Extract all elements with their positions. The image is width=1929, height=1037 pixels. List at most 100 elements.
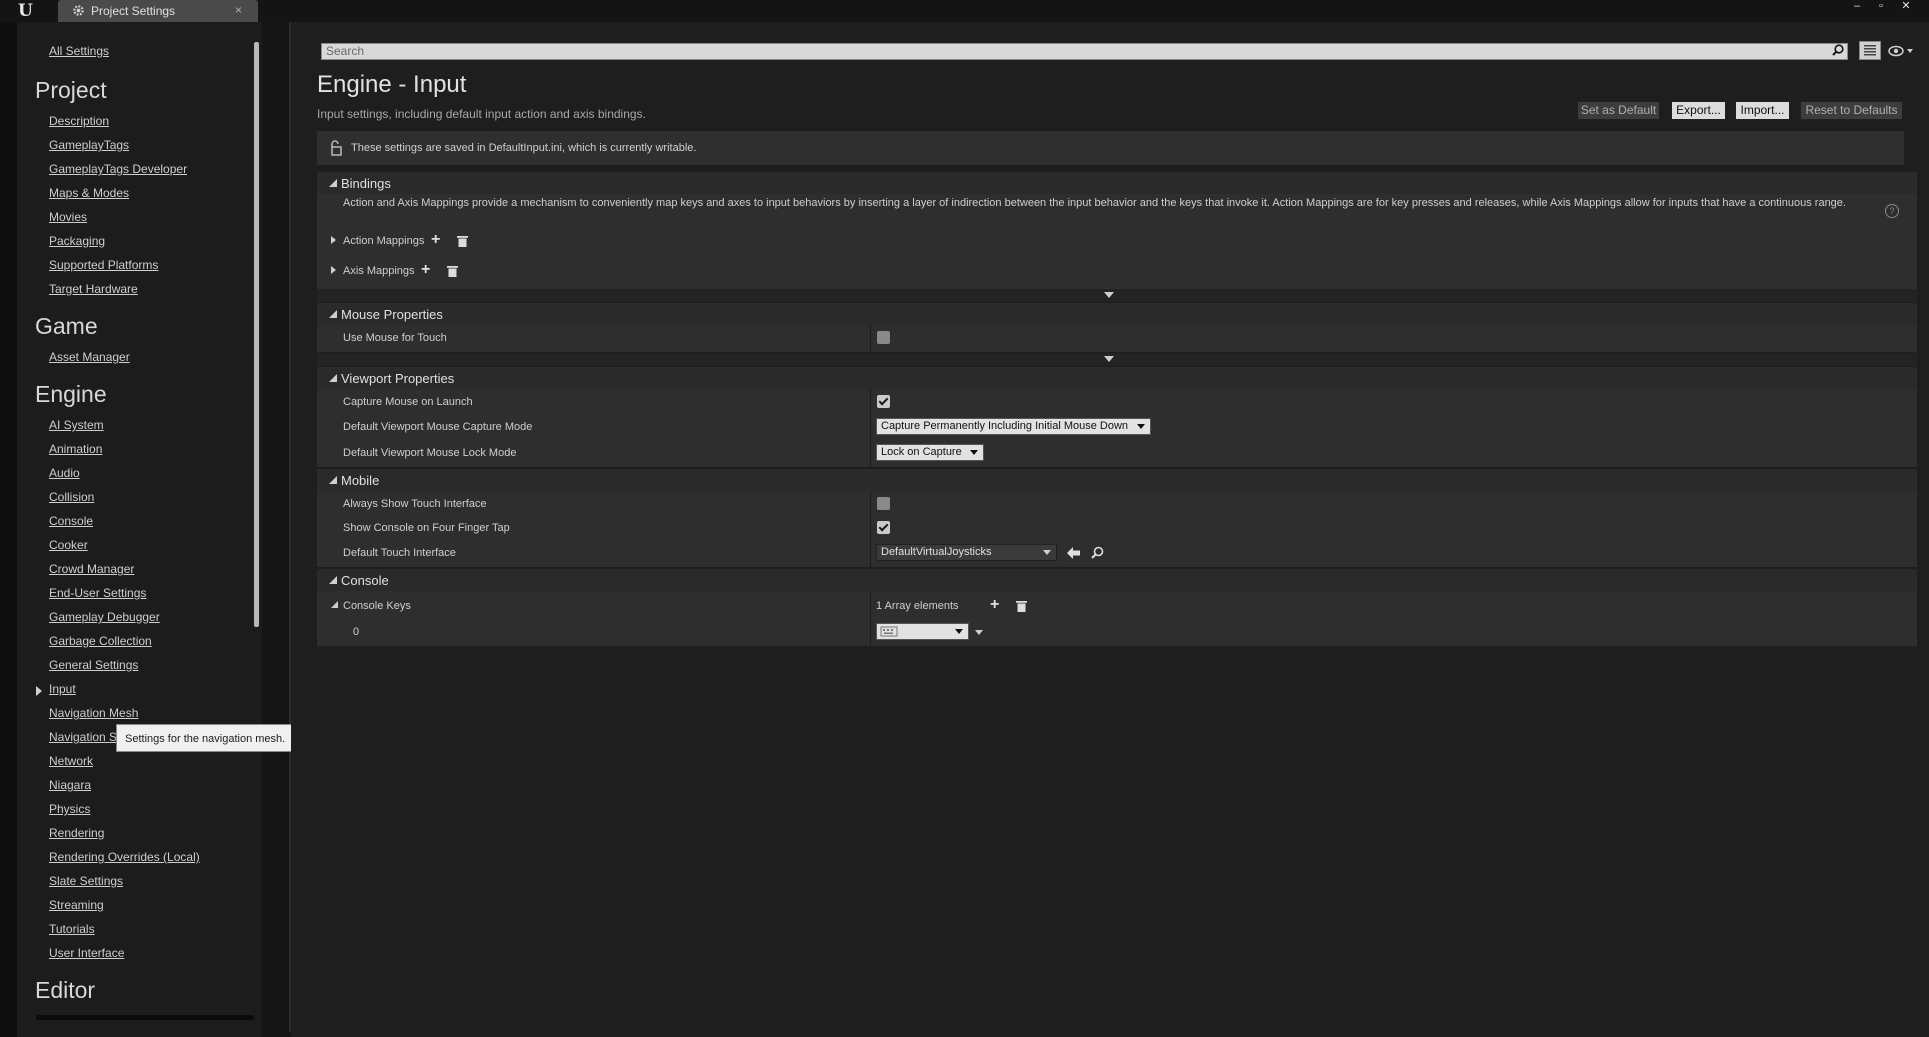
section-console-body — [317, 591, 1917, 646]
collapse-triangle-icon[interactable] — [331, 601, 338, 608]
chevron-down-icon — [970, 450, 978, 455]
list-lines-icon — [1864, 45, 1876, 56]
sidebar-item-network[interactable]: Network — [49, 754, 93, 768]
sidebar-item-animation[interactable]: Animation — [49, 442, 102, 456]
trash-icon[interactable] — [457, 235, 468, 247]
reset-to-defaults-button[interactable]: Reset to Defaults — [1800, 101, 1903, 120]
sidebar-item-console[interactable]: Console — [49, 514, 93, 528]
sidebar-item-user-interface[interactable]: User Interface — [49, 946, 124, 960]
sidebar-item-slate-settings[interactable]: Slate Settings — [49, 874, 123, 888]
default-touch-interface-picker[interactable]: DefaultVirtualJoysticks — [876, 544, 1057, 561]
sidebar-item-crowd-manager[interactable]: Crowd Manager — [49, 562, 134, 576]
sidebar-item-gameplaytags[interactable]: GameplayTags — [49, 138, 129, 152]
section-console-header[interactable]: Console — [317, 569, 1917, 591]
sidebar-item-ai-system[interactable]: AI System — [49, 418, 104, 432]
trash-icon[interactable] — [447, 265, 458, 277]
axis-mappings-label: Axis Mappings — [343, 265, 415, 277]
sidebar-item-end-user-settings[interactable]: End-User Settings — [49, 586, 146, 600]
add-array-element-icon[interactable]: + — [990, 597, 999, 613]
export-button[interactable]: Export... — [1671, 101, 1726, 120]
add-action-mapping-icon[interactable]: + — [431, 232, 440, 248]
list-view-icon[interactable] — [1859, 41, 1881, 60]
capture-mode-dropdown[interactable]: Capture Permanently Including Initial Mo… — [876, 418, 1151, 435]
sidebar-item-navigation-mesh[interactable]: Navigation Mesh — [49, 706, 138, 720]
notice-text: These settings are saved in DefaultInput… — [351, 142, 697, 154]
lock-mode-dropdown[interactable]: Lock on Capture — [876, 444, 984, 461]
section-mouse-body — [317, 325, 1917, 352]
add-axis-mapping-icon[interactable]: + — [421, 262, 430, 278]
sidebar-item-supported-platforms[interactable]: Supported Platforms — [49, 258, 158, 272]
chevron-down-icon[interactable] — [975, 630, 983, 635]
section-mouse-header[interactable]: Mouse Properties — [317, 303, 1917, 325]
capture-mouse-on-launch-checkbox[interactable] — [877, 395, 890, 408]
config-notice-bar: These settings are saved in DefaultInput… — [317, 131, 1904, 165]
sidebar-item-physics[interactable]: Physics — [49, 802, 90, 816]
left-edge-strip — [0, 22, 17, 1037]
dropdown-value: Capture Permanently Including Initial Mo… — [881, 420, 1129, 432]
sidebar-item-input[interactable]: Input — [49, 682, 76, 696]
maximize-button[interactable]: ▫ — [1870, 0, 1892, 12]
section-viewport-header[interactable]: Viewport Properties — [317, 367, 1917, 389]
sidebar-item-rendering-overrides[interactable]: Rendering Overrides (Local) — [49, 850, 200, 864]
sidebar-item-streaming[interactable]: Streaming — [49, 898, 104, 912]
sidebar-item-general-settings[interactable]: General Settings — [49, 658, 138, 672]
sidebar-item-packaging[interactable]: Packaging — [49, 234, 105, 248]
sidebar-item-movies[interactable]: Movies — [49, 210, 87, 224]
sidebar-item-target-hardware[interactable]: Target Hardware — [49, 282, 138, 296]
trash-icon[interactable] — [1016, 600, 1027, 612]
chevron-down-icon — [1137, 424, 1145, 429]
use-selected-arrow-icon[interactable] — [1067, 547, 1080, 559]
section-mobile-header[interactable]: Mobile — [317, 469, 1917, 491]
help-icon[interactable]: ? — [1885, 204, 1899, 218]
sidebar-horizontal-scrollbar[interactable] — [36, 1015, 254, 1020]
sidebar-item-rendering[interactable]: Rendering — [49, 826, 104, 840]
unlocked-icon — [331, 140, 342, 156]
use-mouse-for-touch-checkbox[interactable] — [877, 331, 890, 344]
dropdown-value: Lock on Capture — [881, 446, 962, 458]
section-bindings-header[interactable]: Bindings — [317, 172, 1917, 194]
show-console-four-finger-checkbox[interactable] — [877, 521, 890, 534]
sidebar-item-maps-modes[interactable]: Maps & Modes — [49, 186, 129, 200]
array-elements-count: 1 Array elements — [876, 600, 959, 612]
sidebar-item-garbage-collection[interactable]: Garbage Collection — [49, 634, 152, 648]
column-divider — [870, 591, 871, 646]
default-touch-interface-label: Default Touch Interface — [343, 547, 456, 559]
sidebar-item-gameplay-debugger[interactable]: Gameplay Debugger — [49, 610, 160, 624]
tab-label: Project Settings — [91, 4, 176, 18]
always-show-touch-checkbox[interactable] — [877, 497, 890, 510]
browse-search-icon[interactable] — [1091, 546, 1104, 559]
sidebar-scrollbar[interactable] — [254, 42, 259, 627]
sidebar-item-gameplaytags-developer[interactable]: GameplayTags Developer — [49, 162, 187, 176]
advanced-expander[interactable] — [317, 353, 1917, 366]
sidebar-item-description[interactable]: Description — [49, 114, 109, 128]
collapse-triangle-icon — [329, 179, 337, 187]
capture-mode-label: Default Viewport Mouse Capture Mode — [343, 421, 533, 433]
advanced-expander[interactable] — [317, 289, 1917, 302]
sidebar-item-collision[interactable]: Collision — [49, 490, 94, 504]
chevron-down-icon — [1104, 292, 1114, 298]
action-mappings-label: Action Mappings — [343, 235, 425, 247]
tab-project-settings[interactable]: Project Settings × — [58, 0, 258, 22]
console-key-selector[interactable] — [876, 623, 969, 640]
import-button[interactable]: Import... — [1735, 101, 1790, 120]
sidebar-item-tutorials[interactable]: Tutorials — [49, 922, 95, 936]
sidebar-item-audio[interactable]: Audio — [49, 466, 80, 480]
set-as-default-button[interactable]: Set as Default — [1577, 101, 1660, 120]
array-index: 0 — [353, 626, 360, 638]
eye-icon[interactable] — [1888, 44, 1914, 58]
minimize-button[interactable]: – — [1846, 0, 1868, 12]
chevron-down-icon — [1043, 550, 1051, 555]
sidebar-item-niagara[interactable]: Niagara — [49, 778, 91, 792]
all-settings-link[interactable]: All Settings — [49, 44, 109, 58]
expand-triangle-icon[interactable] — [331, 266, 336, 274]
search-icon[interactable] — [1832, 44, 1844, 56]
close-window-button[interactable]: ✕ — [1895, 0, 1917, 12]
tab-close-button[interactable]: × — [235, 3, 242, 17]
chevron-down-icon — [1104, 356, 1114, 362]
search-input[interactable]: Search — [321, 43, 1848, 60]
expand-triangle-icon[interactable] — [331, 236, 336, 244]
sidebar-item-cooker[interactable]: Cooker — [49, 538, 88, 552]
sidebar-item-asset-manager[interactable]: Asset Manager — [49, 350, 130, 364]
chevron-down-icon — [955, 629, 963, 634]
section-title: Viewport Properties — [341, 371, 455, 386]
